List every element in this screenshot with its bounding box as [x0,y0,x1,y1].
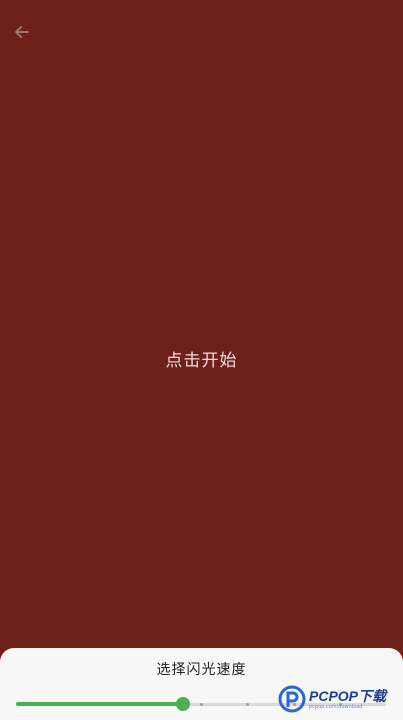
flash-screen: 点击开始 选择闪光速度 PCPOP下载 pcpop.com/download [0,0,403,720]
back-button[interactable] [8,18,36,46]
watermark-brand: PCPOP下载 [309,687,387,704]
watermark-text: PCPOP下载 pcpop.com/download [309,689,386,710]
pcpop-logo-icon [278,685,306,713]
arrow-left-icon [15,25,29,39]
pcpop-watermark: PCPOP下载 pcpop.com/download [278,683,398,715]
start-button[interactable]: 点击开始 [0,346,403,371]
speed-panel-title: 选择闪光速度 [156,662,247,678]
slider-fill [16,702,183,706]
slider-tick [200,703,203,706]
watermark-sub: pcpop.com/download [309,703,363,710]
slider-thumb[interactable] [175,697,190,711]
